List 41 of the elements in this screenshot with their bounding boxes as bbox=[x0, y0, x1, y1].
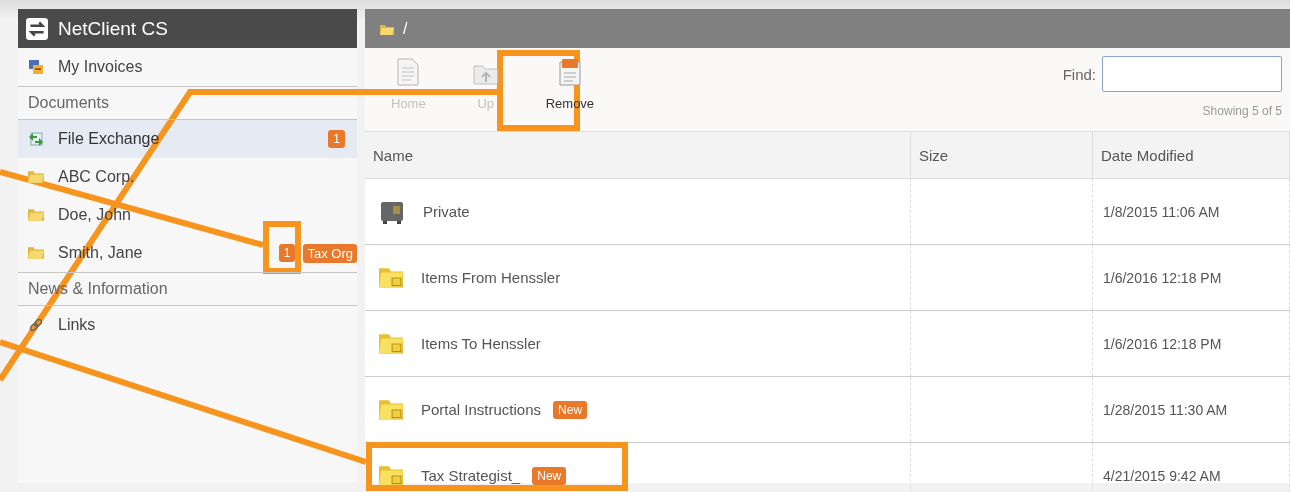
folder-icon bbox=[379, 333, 403, 354]
column-header[interactable]: Date Modified bbox=[1093, 132, 1290, 178]
count-badge: 1 bbox=[278, 244, 296, 262]
date-cell: 1/28/2015 11:30 AM bbox=[1093, 377, 1290, 442]
file-name[interactable]: Items To Henssler bbox=[421, 335, 541, 352]
section-header: Documents bbox=[18, 86, 357, 120]
item-label: ABC Corp. bbox=[58, 168, 136, 186]
document-icon bbox=[557, 58, 582, 86]
item-label: My Invoices bbox=[58, 58, 144, 76]
app-title: NetClient CS bbox=[58, 17, 168, 40]
link-icon bbox=[28, 317, 44, 333]
new-badge: New bbox=[553, 400, 588, 419]
folder-icon bbox=[379, 465, 403, 486]
path-text: / bbox=[403, 19, 408, 38]
exchange-icon bbox=[28, 131, 44, 147]
file-name[interactable]: Portal Instructions bbox=[421, 401, 542, 418]
column-header[interactable]: Name bbox=[365, 132, 911, 178]
column-header[interactable]: Size bbox=[911, 132, 1093, 178]
date-cell: 1/6/2016 12:18 PM bbox=[1093, 245, 1290, 310]
folder-icon bbox=[28, 209, 44, 221]
document-icon bbox=[396, 58, 421, 86]
file-name[interactable]: Items From Henssler bbox=[421, 269, 561, 286]
date-cell: 1/8/2015 11:06 AM bbox=[1093, 179, 1290, 244]
invoice-icon bbox=[28, 59, 44, 75]
result-count: Showing 5 of 5 bbox=[1202, 104, 1282, 118]
new-badge: New bbox=[532, 466, 567, 485]
date-cell: 1/6/2016 12:18 PM bbox=[1093, 311, 1290, 376]
folder-icon bbox=[379, 267, 403, 288]
find-field[interactable] bbox=[1102, 56, 1282, 92]
count-badge: 1 bbox=[328, 130, 345, 148]
highlight-box bbox=[263, 221, 301, 274]
logo-icon bbox=[26, 17, 48, 40]
find-label: Find: bbox=[1062, 65, 1096, 83]
item-label: Links bbox=[58, 316, 97, 334]
date-cell: 4/21/2015 9:42 AM bbox=[1093, 443, 1290, 492]
folder-icon bbox=[379, 399, 403, 420]
folder-icon bbox=[28, 247, 44, 259]
file-name[interactable]: Tax Strategist_ bbox=[421, 467, 521, 484]
file-name[interactable]: Private bbox=[423, 203, 470, 220]
folder-icon bbox=[28, 171, 44, 183]
tag-badge: Tax Org bbox=[303, 243, 357, 263]
